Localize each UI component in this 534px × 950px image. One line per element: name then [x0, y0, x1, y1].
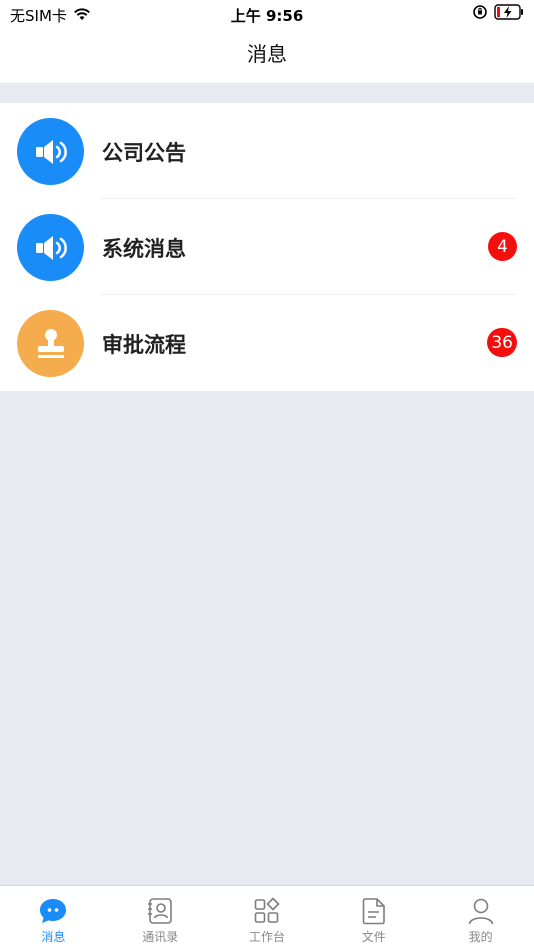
- tab-bar: 消息 通讯录 工作台 文件 我的: [0, 885, 534, 950]
- chat-bubble-icon: [38, 896, 68, 926]
- message-list: 公司公告 系统消息 4 审批流程 36: [0, 103, 534, 391]
- tab-label: 我的: [468, 930, 493, 944]
- status-right: [472, 4, 524, 24]
- tab-label: 工作台: [248, 930, 285, 944]
- unread-badge: 36: [487, 328, 517, 357]
- tab-messages[interactable]: 消息: [0, 886, 107, 950]
- tab-contacts[interactable]: 通讯录: [107, 886, 214, 950]
- status-bar: 无SIM卡 上午 9:56: [0, 0, 534, 28]
- tab-label: 通讯录: [142, 930, 179, 944]
- tab-workbench[interactable]: 工作台: [214, 886, 321, 950]
- tab-files[interactable]: 文件: [320, 886, 427, 950]
- tab-label: 文件: [361, 930, 386, 944]
- stamp-icon: [17, 310, 84, 377]
- message-item-label: 审批流程: [102, 333, 186, 357]
- message-item-label: 公司公告: [102, 141, 186, 165]
- tab-profile[interactable]: 我的: [427, 886, 534, 950]
- orientation-lock-icon: [472, 4, 488, 24]
- status-time: 上午 9:56: [230, 7, 304, 25]
- speaker-icon: [17, 118, 84, 185]
- document-icon: [359, 896, 389, 926]
- contacts-icon: [145, 896, 175, 926]
- workbench-icon: [252, 896, 282, 926]
- message-item-company-announcement[interactable]: 公司公告: [0, 103, 534, 199]
- tab-label: 消息: [41, 930, 66, 944]
- battery-icon: [494, 4, 524, 24]
- message-item-system[interactable]: 系统消息 4: [0, 199, 534, 295]
- speaker-icon: [17, 214, 84, 281]
- page-title: 消息: [247, 42, 287, 66]
- person-icon: [466, 896, 496, 926]
- nav-bar: 消息: [0, 28, 534, 83]
- message-item-approval[interactable]: 审批流程 36: [0, 295, 534, 391]
- message-item-label: 系统消息: [102, 237, 186, 261]
- unread-badge: 4: [488, 232, 517, 261]
